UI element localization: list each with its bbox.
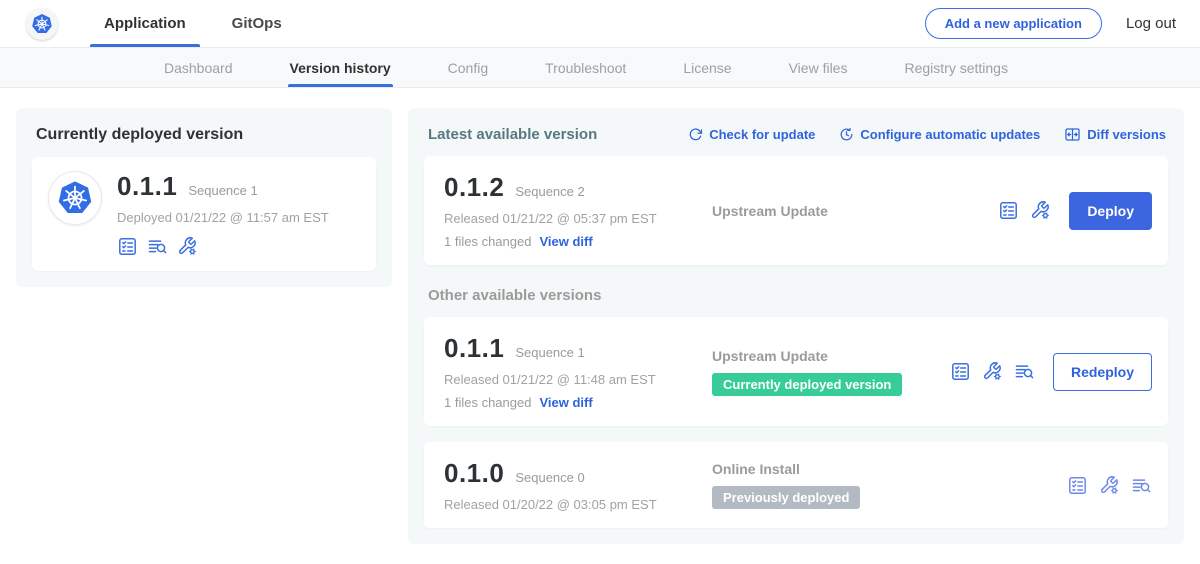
- edit-config-icon[interactable]: [177, 236, 198, 257]
- configure-automatic-updates-link[interactable]: Configure automatic updates: [839, 127, 1040, 142]
- sequence-label: Sequence 0: [515, 470, 584, 485]
- top-nav: Application GitOps Add a new application…: [0, 0, 1200, 47]
- view-diff-link[interactable]: View diff: [539, 395, 592, 410]
- version-card-0-1-0: 0.1.0 Sequence 0 Released 01/20/22 @ 03:…: [424, 442, 1168, 528]
- app-sub-nav: Dashboard Version history Config Trouble…: [0, 47, 1200, 88]
- check-for-update-label: Check for update: [709, 127, 815, 142]
- view-logs-icon[interactable]: [1014, 361, 1035, 382]
- release-notes-icon[interactable]: [117, 236, 138, 257]
- subnav-item-license[interactable]: License: [683, 48, 731, 87]
- sequence-label: Sequence 2: [515, 184, 584, 199]
- files-changed-label: 1 files changed: [444, 234, 531, 249]
- version-history-panel: Latest available version Check for updat…: [408, 108, 1184, 544]
- edit-config-icon[interactable]: [1030, 200, 1051, 221]
- currently-deployed-title: Currently deployed version: [36, 126, 376, 144]
- release-notes-icon[interactable]: [950, 361, 971, 382]
- version-card-0-1-1: 0.1.1 Sequence 1 Released 01/21/22 @ 11:…: [424, 317, 1168, 426]
- deployed-timestamp: Deployed 01/21/22 @ 11:57 am EST: [117, 210, 329, 225]
- currently-deployed-badge: Currently deployed version: [712, 373, 902, 396]
- release-notes-icon[interactable]: [1067, 475, 1088, 496]
- clock-refresh-icon: [839, 127, 854, 142]
- released-timestamp: Released 01/21/22 @ 11:48 am EST: [444, 372, 696, 387]
- subnav-item-registry-settings[interactable]: Registry settings: [904, 48, 1007, 87]
- deployed-sequence-label: Sequence 1: [188, 183, 257, 198]
- top-tabs: Application GitOps: [88, 0, 312, 47]
- latest-available-title: Latest available version: [428, 126, 597, 143]
- version-source-label: Upstream Update: [712, 348, 950, 364]
- subnav-item-version-history[interactable]: Version history: [290, 48, 391, 87]
- tab-gitops[interactable]: GitOps: [216, 0, 298, 47]
- version-number: 0.1.0: [444, 458, 504, 489]
- released-timestamp: Released 01/20/22 @ 03:05 pm EST: [444, 497, 696, 512]
- redeploy-button[interactable]: Redeploy: [1053, 353, 1152, 391]
- version-source-label: Upstream Update: [712, 203, 998, 219]
- kubernetes-logo: [26, 8, 58, 40]
- check-for-update-link[interactable]: Check for update: [688, 127, 815, 142]
- deployed-version-card: 0.1.1 Sequence 1 Deployed 01/21/22 @ 11:…: [32, 157, 376, 271]
- refresh-icon: [688, 127, 703, 142]
- diff-versions-label: Diff versions: [1087, 127, 1166, 142]
- view-logs-icon[interactable]: [147, 236, 168, 257]
- add-new-application-button[interactable]: Add a new application: [925, 8, 1102, 39]
- released-timestamp: Released 01/21/22 @ 05:37 pm EST: [444, 211, 696, 226]
- other-available-versions-title: Other available versions: [428, 287, 1166, 304]
- deploy-button[interactable]: Deploy: [1069, 192, 1152, 230]
- version-number: 0.1.1: [444, 333, 504, 364]
- subnav-item-troubleshoot[interactable]: Troubleshoot: [545, 48, 626, 87]
- currently-deployed-panel: Currently deployed version 0.1.1 Sequenc…: [16, 108, 392, 287]
- diff-versions-link[interactable]: Diff versions: [1064, 126, 1166, 143]
- subnav-item-dashboard[interactable]: Dashboard: [164, 48, 233, 87]
- release-notes-icon[interactable]: [998, 200, 1019, 221]
- tab-application[interactable]: Application: [88, 0, 202, 47]
- version-source-label: Online Install: [712, 461, 1067, 477]
- subnav-item-view-files[interactable]: View files: [789, 48, 848, 87]
- view-diff-link[interactable]: View diff: [539, 234, 592, 249]
- version-number: 0.1.2: [444, 172, 504, 203]
- version-card-0-1-2: 0.1.2 Sequence 2 Released 01/21/22 @ 05:…: [424, 156, 1168, 265]
- diff-icon: [1064, 126, 1081, 143]
- subnav-item-config[interactable]: Config: [448, 48, 488, 87]
- files-changed-label: 1 files changed: [444, 395, 531, 410]
- sequence-label: Sequence 1: [515, 345, 584, 360]
- main-content: Currently deployed version 0.1.1 Sequenc…: [0, 88, 1200, 564]
- previously-deployed-badge: Previously deployed: [712, 486, 860, 509]
- edit-config-icon[interactable]: [1099, 475, 1120, 496]
- view-logs-icon[interactable]: [1131, 475, 1152, 496]
- edit-config-icon[interactable]: [982, 361, 1003, 382]
- logout-button[interactable]: Log out: [1126, 15, 1176, 32]
- kubernetes-app-icon: [48, 171, 102, 225]
- configure-automatic-updates-label: Configure automatic updates: [860, 127, 1040, 142]
- deployed-version-number: 0.1.1: [117, 171, 177, 202]
